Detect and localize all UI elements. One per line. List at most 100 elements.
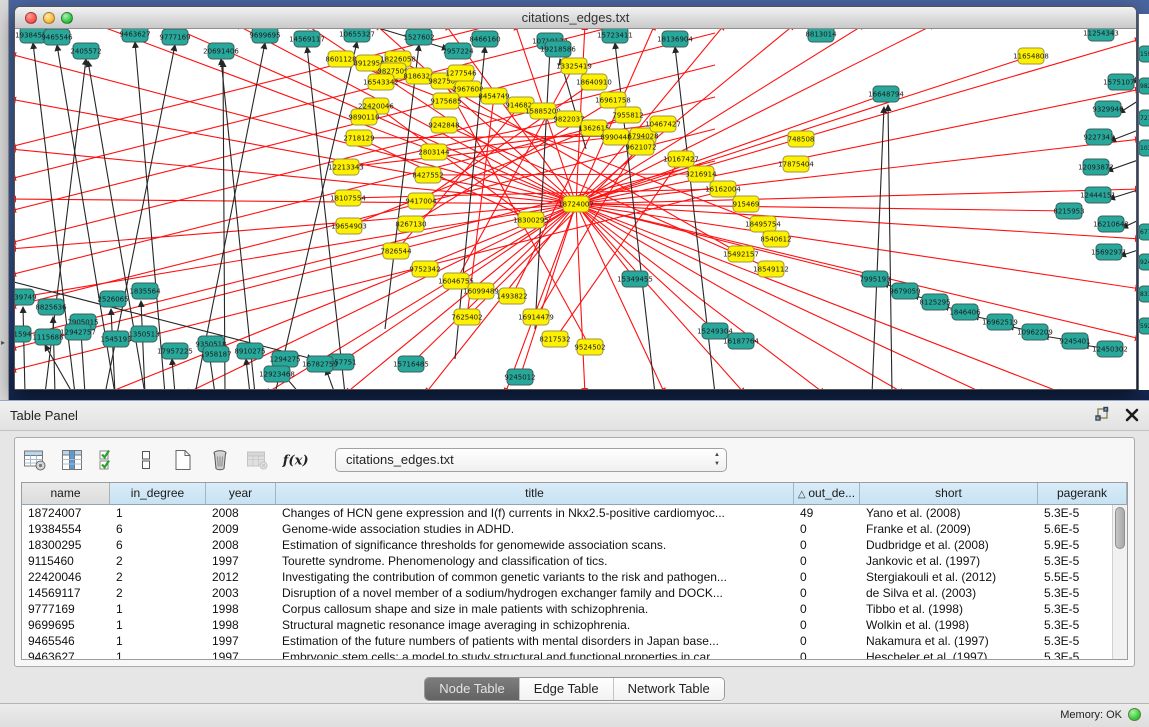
network-node[interactable]: 18107554	[330, 190, 366, 206]
column-header-short[interactable]: short	[860, 483, 1038, 505]
network-node[interactable]: 16162004	[705, 181, 741, 197]
panel-expand-grip[interactable]: ▸	[1, 338, 7, 348]
network-node[interactable]: 1846406	[949, 304, 981, 320]
network-node[interactable]: 8217532	[539, 331, 570, 347]
network-node[interactable]: 2526065	[97, 291, 128, 307]
secondary-network-window-sliver[interactable]: 159982721103677924831592	[1138, 14, 1149, 390]
network-node[interactable]: 159	[1139, 46, 1149, 62]
citation-edge-red[interactable]	[576, 204, 1136, 339]
table-row[interactable]: 1830029562008Estimation of significance …	[22, 537, 1127, 553]
network-node[interactable]: 16099489	[463, 283, 499, 299]
network-node[interactable]: 12450302	[1092, 341, 1128, 357]
network-node[interactable]: 9463627	[119, 29, 150, 42]
citation-edge-red[interactable]	[576, 204, 585, 389]
network-node[interactable]: 677	[1139, 224, 1149, 240]
network-node[interactable]: 16210643	[1093, 216, 1129, 232]
network-node[interactable]: 7995193	[859, 271, 890, 287]
table-settings-icon[interactable]	[21, 446, 49, 474]
network-node[interactable]: 2405572	[70, 43, 101, 59]
network-node[interactable]: 8540612	[760, 231, 791, 247]
network-node[interactable]: 103	[1139, 140, 1149, 156]
network-node[interactable]: 15349455	[617, 271, 653, 287]
show-columns-icon[interactable]	[58, 446, 86, 474]
table-row[interactable]: 1872400712008Changes of HCN gene express…	[22, 505, 1127, 521]
network-node[interactable]: 17957225	[157, 343, 193, 359]
network-node[interactable]: 16187764	[723, 333, 759, 349]
network-node[interactable]: 8813014	[805, 29, 837, 42]
new-column-icon[interactable]	[169, 446, 197, 474]
network-node[interactable]: 8125295	[919, 294, 950, 310]
tab-edge-table[interactable]: Edge Table	[520, 678, 614, 700]
network-node[interactable]: 721	[1139, 110, 1149, 126]
network-node[interactable]: 19218586	[540, 41, 576, 57]
network-node[interactable]: 1294275	[269, 351, 300, 367]
network-node[interactable]: 391594	[15, 326, 32, 342]
citation-edge-black[interactable]	[23, 307, 25, 389]
network-node[interactable]: 924	[1139, 254, 1149, 270]
network-node[interactable]: 1493822	[496, 288, 527, 304]
network-node[interactable]: 1350513	[128, 326, 159, 342]
network-node[interactable]: 18640910	[576, 74, 612, 90]
table-row[interactable]: 969969511998Structural magnetic resonanc…	[22, 617, 1127, 633]
network-node[interactable]: 9417004	[405, 193, 437, 209]
column-header-out_degree[interactable]: △ out_de...	[794, 483, 860, 505]
network-node[interactable]: 1835564	[129, 283, 161, 299]
network-node[interactable]: 3216914	[685, 166, 717, 182]
tab-network-table[interactable]: Network Table	[614, 678, 724, 700]
network-node[interactable]: 10962209	[1017, 324, 1053, 340]
network-node[interactable]: 9699695	[249, 29, 280, 43]
network-node[interactable]: 9245012	[504, 369, 535, 385]
table-row[interactable]: 977716911998Corpus callosum shape and si…	[22, 601, 1127, 617]
network-node[interactable]: 1115688	[32, 329, 63, 345]
network-node[interactable]: 915469	[733, 196, 760, 212]
network-node[interactable]: 16782759	[302, 356, 338, 372]
network-node[interactable]: 16543342	[363, 74, 399, 90]
column-header-in_degree[interactable]: in_degree	[110, 483, 206, 505]
network-node[interactable]: 8910275	[234, 343, 265, 359]
network-node[interactable]: 8427552	[412, 167, 443, 183]
citation-edge-black[interactable]	[81, 332, 85, 389]
network-node[interactable]: 8466160	[469, 31, 500, 47]
network-node[interactable]: 8267130	[395, 216, 426, 232]
citation-edge-black[interactable]	[888, 105, 892, 389]
network-node[interactable]: 15716485	[393, 356, 429, 372]
table-row[interactable]: 911546021997Tourette syndrome. Phenomeno…	[22, 553, 1127, 569]
network-node[interactable]: 15723411	[597, 29, 633, 43]
network-node[interactable]: 16961758	[595, 92, 631, 108]
network-node[interactable]: 18724007	[558, 196, 594, 212]
network-canvas[interactable]: 1872400718300295860112889129541822605898…	[15, 29, 1136, 389]
function-builder-icon[interactable]: f(x)	[280, 446, 308, 474]
network-node[interactable]: 831	[1139, 286, 1149, 302]
network-node[interactable]: 1527602	[403, 29, 434, 45]
network-node[interactable]: 9524502	[574, 339, 605, 355]
network-node[interactable]: 15692971	[1091, 244, 1127, 260]
table-scrollbar[interactable]	[1112, 505, 1127, 659]
table-row[interactable]: 1938455462009Genome-wide association stu…	[22, 521, 1127, 537]
network-node[interactable]: 9890110	[348, 109, 379, 125]
table-scrollbar-thumb[interactable]	[1115, 507, 1125, 549]
network-node[interactable]: 13325419	[556, 58, 592, 74]
row-height-icon[interactable]	[132, 446, 160, 474]
network-node[interactable]: 9679059	[889, 283, 920, 299]
network-node[interactable]: 12942757	[60, 324, 96, 340]
network-node[interactable]: 18300295	[513, 212, 549, 228]
delete-column-icon[interactable]	[206, 446, 234, 474]
network-node[interactable]: 15492157	[723, 246, 759, 262]
citation-edge-red[interactable]	[576, 204, 1136, 239]
network-node[interactable]: 14569117	[289, 31, 325, 47]
network-node[interactable]: 9752342	[409, 261, 440, 277]
network-node[interactable]: 9329946	[1092, 101, 1124, 117]
network-node[interactable]: 20691406	[203, 43, 239, 59]
column-header-pagerank[interactable]: pagerank	[1038, 483, 1127, 505]
network-node[interactable]: 11654808	[1013, 48, 1049, 64]
table-row[interactable]: 1456911722003Disruption of a novel membe…	[22, 585, 1127, 601]
column-header-year[interactable]: year	[206, 483, 276, 505]
network-node[interactable]: 10655327	[339, 29, 375, 42]
network-node[interactable]: 9242848	[428, 117, 459, 133]
citation-edge-black[interactable]	[172, 359, 175, 389]
citation-edge-red[interactable]	[576, 204, 905, 389]
network-node[interactable]: 982	[1139, 78, 1149, 94]
citation-edge-red[interactable]	[576, 204, 745, 389]
table-selector-dropdown[interactable]: citations_edges.txt▲▼	[335, 448, 727, 472]
network-node[interactable]: 9227343	[1083, 129, 1114, 145]
